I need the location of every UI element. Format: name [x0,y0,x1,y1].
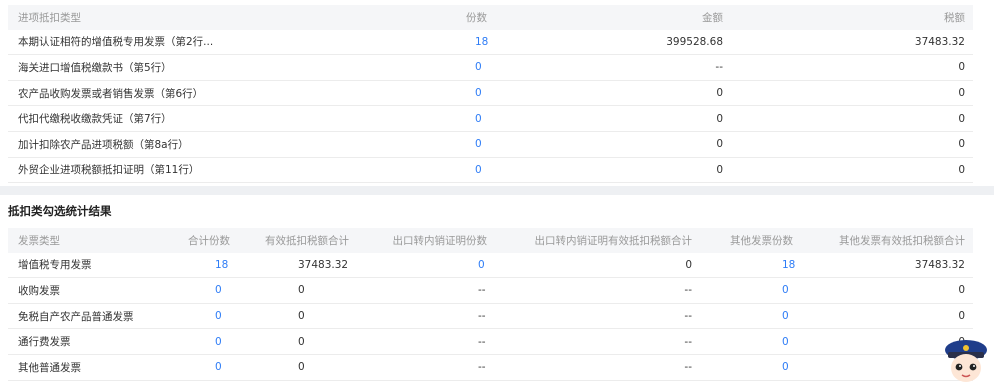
row-invoice-type: 通行费发票 [18,336,71,349]
row-invoice-type: 其他普通发票 [18,361,81,374]
table-header: 发票类型 合计份数 有效抵扣税额合计 出口转内销证明份数 出口转内销证明有效抵扣… [8,228,973,253]
row-total-count-link[interactable]: 0 [215,329,222,354]
table-row: 农产品收购发票或者销售发票（第6行） 0 0 0 [8,81,973,107]
section-divider [0,186,994,195]
row-other-tax-total: 37483.32 [914,258,965,271]
table-header: 进项抵扣类型 份数 金额 税额 [8,5,973,30]
table-row: 外贸企业进项税额抵扣证明（第11行） 0 0 0 [8,158,973,184]
row-export-cert-count: -- [478,361,486,374]
row-export-cert-tax-total: -- [684,361,692,374]
row-other-count-link[interactable]: 0 [782,329,789,354]
table-row: 海关进口增值税缴款书（第5行） 0 -- 0 [8,55,973,81]
row-valid-tax-total: 0 [298,335,305,348]
col-header-total-count: 合计份数 [188,234,230,247]
row-count-link[interactable]: 0 [475,55,482,80]
row-amount: -- [715,61,723,74]
row-type-label: 农产品收购发票或者销售发票（第6行） [18,87,204,100]
row-amount: 0 [716,138,723,151]
row-invoice-type: 免税自产农产品普通发票 [18,310,134,323]
col-header-export-cert-count: 出口转内销证明份数 [392,234,488,247]
row-tax: 0 [958,163,965,176]
row-count-link[interactable]: 0 [475,132,482,157]
row-invoice-type: 收购发票 [18,284,60,297]
row-amount: 0 [716,112,723,125]
col-header-invoice-type: 发票类型 [18,234,60,247]
row-export-cert-count: -- [478,284,486,297]
row-other-tax-total: 0 [958,284,965,297]
row-export-cert-count: -- [478,335,486,348]
row-invoice-type: 增值税专用发票 [18,259,92,272]
row-amount: 399528.68 [666,35,723,48]
row-type-label: 本期认证相符的增值税专用发票（第2行... [18,36,214,49]
row-valid-tax-total: 0 [298,361,305,374]
row-valid-tax-total: 0 [298,310,305,323]
row-total-count-link[interactable]: 18 [215,253,228,278]
col-header-export-cert-tax-total: 出口转内销证明有效抵扣税额合计 [534,234,693,247]
row-valid-tax-total: 37483.32 [298,258,349,271]
row-type-label: 代扣代缴税收缴款凭证（第7行） [18,113,172,126]
deduction-selection-stats-table: 发票类型 合计份数 有效抵扣税额合计 出口转内销证明份数 出口转内销证明有效抵扣… [8,228,973,381]
col-header-count: 份数 [466,11,487,24]
row-count-link[interactable]: 0 [475,81,482,106]
row-tax: 0 [958,112,965,125]
row-export-cert-tax-total: -- [684,284,692,297]
row-export-cert-tax-total: -- [684,310,692,323]
section-title: 抵扣类勾选统计结果 [8,204,112,218]
row-tax: 37483.32 [914,35,965,48]
row-other-tax-total: 0 [958,310,965,323]
table-row: 免税自产农产品普通发票 0 0 -- -- 0 0 [8,304,973,330]
row-other-count-link[interactable]: 18 [782,253,795,278]
row-type-label: 外贸企业进项税额抵扣证明（第11行） [18,164,200,177]
table-row: 本期认证相符的增值税专用发票（第2行... 18 399528.68 37483.32 [8,30,973,56]
row-export-cert-tax-total: 0 [685,258,692,271]
col-header-valid-tax-total: 有效抵扣税额合计 [265,234,349,247]
row-other-count-link[interactable]: 0 [782,304,789,329]
table-row: 代扣代缴税收缴款凭证（第7行） 0 0 0 [8,106,973,132]
row-tax: 0 [958,138,965,151]
row-count-link[interactable]: 0 [475,106,482,131]
table-row: 加计扣除农产品进项税额（第8a行） 0 0 0 [8,132,973,158]
tax-officer-avatar-icon[interactable] [938,336,994,382]
row-tax: 0 [958,87,965,100]
row-valid-tax-total: 0 [298,284,305,297]
row-other-count-link[interactable]: 0 [782,278,789,303]
table-row: 增值税专用发票 18 37483.32 0 0 18 37483.32 [8,253,973,279]
row-export-cert-count: -- [478,310,486,323]
row-export-cert-count[interactable]: 0 [478,253,485,278]
row-amount: 0 [716,87,723,100]
row-tax: 0 [958,61,965,74]
row-total-count-link[interactable]: 0 [215,355,222,380]
table-row: 通行费发票00----00 [8,329,973,355]
col-header-amount: 金额 [702,11,723,24]
row-amount: 0 [716,163,723,176]
row-total-count-link[interactable]: 0 [215,278,222,303]
row-other-count-link[interactable]: 0 [782,355,789,380]
col-header-tax: 税额 [944,11,965,24]
row-count-link[interactable]: 18 [475,30,488,55]
col-header-other-count: 其他发票份数 [730,234,793,247]
row-type-label: 加计扣除农产品进项税额（第8a行） [18,138,189,151]
deduction-type-table: 进项抵扣类型 份数 金额 税额 本期认证相符的增值税专用发票（第2行... 18 3… [8,5,973,184]
table-row: 收购发票 0 0 -- -- 0 0 [8,278,973,304]
row-type-label: 海关进口增值税缴款书（第5行） [18,61,172,74]
row-export-cert-tax-total: -- [684,335,692,348]
row-count-link[interactable]: 0 [475,158,482,183]
col-header-other-tax-total: 其他发票有效抵扣税额合计 [839,234,965,247]
row-total-count-link[interactable]: 0 [215,304,222,329]
col-header-type: 进项抵扣类型 [18,11,81,24]
table-row: 其他普通发票00----00 [8,355,973,381]
